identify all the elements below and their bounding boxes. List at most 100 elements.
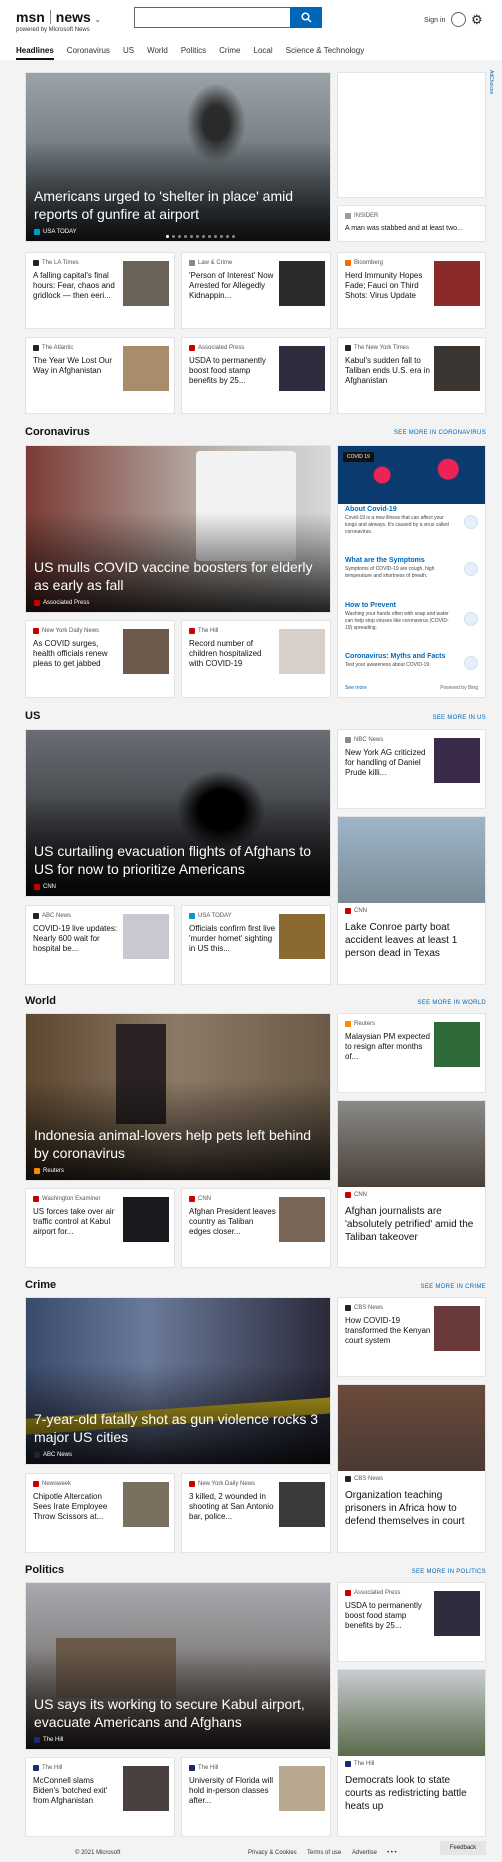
nav-headlines[interactable]: Headlines — [16, 46, 54, 60]
search-button[interactable] — [290, 7, 322, 28]
hero-card[interactable]: Americans urged to 'shelter in place' am… — [25, 72, 331, 242]
news-card[interactable]: USA TODAY Officials confirm first live 'm… — [181, 905, 331, 985]
covid-item-prevent[interactable]: How to Prevent Washing your hands often w… — [345, 602, 455, 632]
feedback-button[interactable]: Feedback — [440, 1841, 486, 1855]
card-title: Officials confirm first live 'murder hor… — [189, 924, 276, 953]
card-source: INSIDER — [345, 213, 378, 219]
avatar-icon[interactable] — [451, 12, 466, 27]
news-card[interactable]: The Atlantic The Year We Lost Our Way in … — [25, 337, 175, 414]
card-title: 'Person of Interest' Now Arrested for Al… — [189, 271, 274, 300]
card-thumbnail — [279, 914, 325, 959]
nav-world[interactable]: World — [147, 46, 168, 60]
card-title: Chipotle Altercation Sees Irate Employee… — [33, 1492, 108, 1521]
news-card[interactable]: The Hill University of Florida will hold … — [181, 1757, 331, 1837]
news-card[interactable]: The New York Times Kabul's sudden fall to… — [337, 337, 486, 414]
nav-crime[interactable]: Crime — [219, 46, 240, 60]
news-card[interactable]: New York Daily News As COVID surges, heal… — [25, 620, 175, 698]
covid-see-more[interactable]: See more — [345, 685, 367, 691]
card-thumbnail — [123, 261, 169, 306]
news-card[interactable]: New York Daily News 3 killed, 2 wounded i… — [181, 1473, 331, 1553]
nav-local[interactable]: Local — [254, 46, 273, 60]
news-card[interactable]: The LA Times A falling capital's final ho… — [25, 252, 175, 329]
news-card[interactable]: Newsweek Chipotle Altercation Sees Irate … — [25, 1473, 175, 1553]
card-title: University of Florida will hold in-perso… — [189, 1776, 274, 1805]
card-image — [338, 1101, 485, 1187]
card-title: New York AG criticized for handling of D… — [345, 748, 426, 777]
card-thumbnail — [434, 1022, 480, 1067]
see-more-world[interactable]: SEE MORE IN WORLD — [418, 1000, 486, 1006]
card-thumbnail — [123, 346, 169, 391]
card-thumbnail — [279, 261, 325, 306]
footer: © 2021 Microsoft Privacy & Cookies Terms… — [0, 1844, 502, 1862]
side-card-insider[interactable]: INSIDER A man was stabbed and at least t… — [337, 205, 486, 242]
card-thumbnail — [123, 914, 169, 959]
hero-card[interactable]: US curtailing evacuation flights of Afgh… — [25, 729, 331, 897]
more-menu[interactable]: • • • — [387, 1850, 397, 1856]
privacy-link[interactable]: Privacy & Cookies — [248, 1850, 297, 1856]
section-title-world: World — [25, 995, 56, 1007]
terms-link[interactable]: Terms of use — [307, 1850, 341, 1856]
hero-title: Americans urged to 'shelter in place' am… — [34, 188, 294, 222]
news-card[interactable]: Associated Press USDA to permanently boos… — [337, 1582, 486, 1662]
tall-card[interactable]: The Hill Democrats look to state courts … — [337, 1669, 486, 1837]
hero-card[interactable]: Indonesia animal-lovers help pets left b… — [25, 1013, 331, 1181]
section-title-us: US — [25, 710, 41, 722]
news-card[interactable]: NBC News New York AG criticized for handl… — [337, 729, 486, 809]
news-card[interactable]: CNN Afghan President leaves country as Ta… — [181, 1188, 331, 1268]
see-more-politics[interactable]: SEE MORE IN POLITICS — [412, 1569, 486, 1575]
covid-item-about[interactable]: About Covid-19 Covid-19 is a new illness … — [345, 506, 455, 536]
nav-science-technology[interactable]: Science & Technology — [286, 46, 365, 60]
adchoices-link[interactable]: AdChoices — [486, 70, 494, 94]
news-card[interactable]: CBS News How COVID-19 transformed the Ken… — [337, 1297, 486, 1377]
msn-logo[interactable]: msn news ⌄ — [16, 9, 101, 25]
card-title: Afghan President leaves country as Talib… — [189, 1207, 276, 1236]
copyright: © 2021 Microsoft — [75, 1850, 121, 1856]
advertise-link[interactable]: Advertise — [352, 1850, 377, 1856]
card-title: USDA to permanently boost food stamp ben… — [189, 356, 266, 385]
gear-icon[interactable]: ⚙ — [471, 12, 483, 28]
hero-title: US says its working to secure Kabul airp… — [34, 1696, 305, 1730]
sign-in-link[interactable]: Sign in — [424, 17, 445, 24]
news-card[interactable]: Reuters Malaysian PM expected to resign a… — [337, 1013, 486, 1093]
news-card[interactable]: Bloomberg Herd Immunity Hopes Fade; Fauci… — [337, 252, 486, 329]
covid-item-symptoms[interactable]: What are the Symptoms Symptoms of COVID-1… — [345, 557, 455, 580]
nav-politics[interactable]: Politics — [181, 46, 206, 60]
news-card[interactable]: ABC News COVID-19 live updates: Nearly 60… — [25, 905, 175, 985]
card-title: Organization teaching prisoners in Afric… — [345, 1490, 465, 1527]
card-thumbnail — [279, 1766, 325, 1811]
card-title: McConnell slams Biden's 'botched exit' f… — [33, 1776, 108, 1805]
news-card[interactable]: Associated Press USDA to permanently boos… — [181, 337, 331, 414]
card-title: US forces take over air traffic control … — [33, 1207, 115, 1236]
tall-card[interactable]: CNN Lake Conroe party boat accident leav… — [337, 816, 486, 985]
powered-by-text: powered by Microsoft News — [16, 27, 90, 33]
hero-card[interactable]: US mulls COVID vaccine boosters for elde… — [25, 445, 331, 613]
carousel-dots[interactable] — [166, 235, 235, 238]
info-icon — [464, 515, 478, 529]
search-icon — [300, 12, 312, 23]
card-title: As COVID surges, health officials renew … — [33, 639, 108, 668]
covid-tag: COVID 19 — [343, 452, 374, 462]
card-image — [338, 817, 485, 903]
covid-item-myths[interactable]: Coronavirus: Myths and Facts Test your aw… — [345, 653, 455, 669]
card-title: The Year We Lost Our Way in Afghanistan — [33, 356, 113, 375]
hero-card[interactable]: US says its working to secure Kabul airp… — [25, 1582, 331, 1750]
see-more-us[interactable]: SEE MORE IN US — [432, 715, 486, 721]
tall-card[interactable]: CBS News Organization teaching prisoners… — [337, 1384, 486, 1553]
news-card[interactable]: The Hill Record number of children hospit… — [181, 620, 331, 698]
card-thumbnail — [434, 261, 480, 306]
news-card[interactable]: Law & Crime 'Person of Interest' Now Arre… — [181, 252, 331, 329]
nav-coronavirus[interactable]: Coronavirus — [67, 46, 110, 60]
see-more-crime[interactable]: SEE MORE IN CRIME — [421, 1284, 486, 1290]
hero-card[interactable]: 7-year-old fatally shot as gun violence … — [25, 1297, 331, 1465]
side-card[interactable] — [337, 72, 486, 198]
news-card[interactable]: The Hill McConnell slams Biden's 'botched… — [25, 1757, 175, 1837]
card-title: A man was stabbed and at least two... — [345, 225, 463, 232]
news-card[interactable]: Washington Examiner US forces take over a… — [25, 1188, 175, 1268]
covid-info-box: COVID 19 About Covid-19 Covid-19 is a new… — [337, 445, 486, 698]
see-more-coronavirus[interactable]: SEE MORE IN CORONAVIRUS — [394, 430, 486, 436]
hero-source: ABC News — [34, 1452, 72, 1458]
tall-card[interactable]: CNN Afghan journalists are 'absolutely p… — [337, 1100, 486, 1268]
card-thumbnail — [123, 1482, 169, 1527]
symptoms-icon — [464, 562, 478, 576]
nav-us[interactable]: US — [123, 46, 134, 60]
